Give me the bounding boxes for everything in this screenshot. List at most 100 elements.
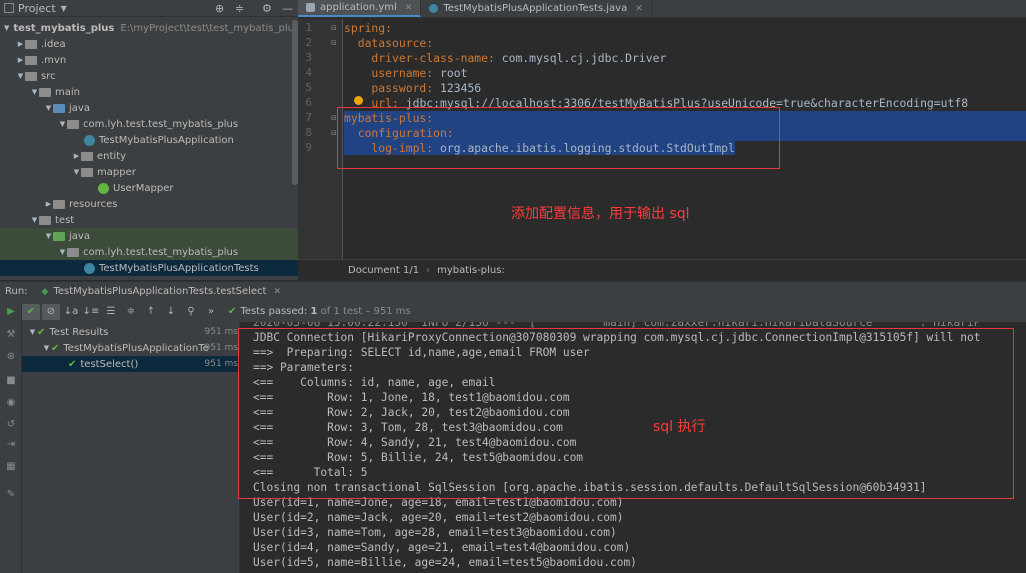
test-method-node[interactable]: ✔ testSelect() 951 ms [22, 356, 240, 372]
fold-marker-icon[interactable]: ⊟ [331, 129, 337, 137]
spring-class-icon [84, 134, 95, 146]
folder-icon [39, 87, 51, 97]
test-class-node[interactable]: ▼ ✔ TestMybatisPlusApplicationTe 951 ms [22, 340, 240, 356]
down-icon[interactable]: ↓ [162, 304, 180, 320]
collapse-arrow-icon[interactable]: ▶ [44, 200, 53, 208]
test-run-icon: ◆ [41, 286, 49, 297]
show-ignored-icon[interactable]: ⊘ [42, 303, 60, 320]
hide-panel-icon[interactable]: — [282, 2, 293, 15]
fold-marker-icon[interactable]: ⊟ [331, 39, 337, 47]
line-number: 4 [305, 66, 312, 79]
run-tab[interactable]: ◆ TestMybatisPlusApplicationTests.testSe… [42, 286, 281, 297]
tree-item-project-root[interactable]: ▼ test_mybatis_plus E:\myProject\test\te… [0, 20, 299, 36]
close-icon[interactable]: ✕ [635, 4, 643, 14]
search-icon[interactable]: ⚲ [182, 304, 200, 320]
breadcrumb-document[interactable]: Document 1/1 [348, 265, 419, 276]
expand-arrow-icon[interactable]: ▼ [44, 232, 53, 240]
close-icon[interactable]: ✕ [405, 3, 413, 13]
collapse-all-icon[interactable]: ≑ [122, 304, 140, 320]
expand-arrow-icon[interactable]: ▼ [72, 168, 81, 176]
tree-item-test[interactable]: ▼ test [0, 212, 298, 228]
tree-item-test-java[interactable]: ▼ java [0, 228, 298, 244]
tree-item-mvn[interactable]: ▶ .mvn [0, 52, 298, 68]
restore-layout-icon[interactable]: ↺ [5, 419, 17, 431]
line-number: 2 [305, 36, 312, 49]
run-side-toolbar: ▶ ⚒ ⊛ ■ ◉ ↺ ⇥ ▦ ✎ [0, 301, 22, 573]
tree-item-label: TestMybatisPlusApplication [99, 134, 234, 146]
exit-icon[interactable]: ⇥ [5, 439, 17, 451]
expand-arrow-icon[interactable]: ▼ [16, 72, 25, 80]
tree-item-usermapper[interactable]: UserMapper [0, 180, 298, 196]
tree-item-application-class[interactable]: TestMybatisPlusApplication [0, 132, 298, 148]
more-icon[interactable]: » [202, 304, 220, 320]
expand-arrow-icon[interactable]: ▼ [4, 24, 9, 32]
tree-item-label: mapper [97, 166, 136, 178]
expand-arrow-icon[interactable]: ▼ [30, 88, 39, 96]
tree-item-test-package[interactable]: ▼ com.lyh.test.test_mybatis_plus [0, 244, 298, 260]
folder-icon [25, 39, 37, 49]
tab-application-yml[interactable]: application.yml ✕ [298, 0, 422, 17]
rerun-icon[interactable]: ▶ [5, 306, 17, 318]
gear-icon[interactable]: ⚙ [262, 2, 272, 15]
test-results-root[interactable]: ▼ ✔ Test Results 951 ms [22, 324, 240, 340]
breadcrumb-path[interactable]: mybatis-plus: [437, 265, 505, 276]
project-view-icon[interactable] [4, 3, 14, 13]
yaml-value: org.apache.ibatis.logging.stdout.StdOutI… [433, 141, 735, 155]
expand-arrow-icon[interactable]: ▼ [42, 344, 51, 352]
up-icon[interactable]: ↑ [142, 304, 160, 320]
breadcrumb: Document 1/1 › mybatis-plus: [298, 259, 1026, 280]
collapse-arrow-icon[interactable]: ▶ [16, 40, 25, 48]
tree-item-entity[interactable]: ▶ entity [0, 148, 298, 164]
tree-item-main-package[interactable]: ▼ com.lyh.test.test_mybatis_plus [0, 116, 298, 132]
fold-marker-icon[interactable]: ⊟ [331, 114, 337, 122]
editor-tabbar: application.yml ✕ TestMybatisPlusApplica… [298, 0, 1026, 18]
camera-icon[interactable]: ◉ [5, 397, 17, 409]
test-source-folder-icon [53, 231, 65, 241]
code-area[interactable]: spring: datasource: driver-class-name: c… [344, 19, 1026, 259]
expand-arrow-icon[interactable]: ▼ [28, 328, 37, 336]
console-line: ==> Parameters: [253, 361, 361, 374]
console-line: 2020-05-08 15:00:22.150 INFO 2/136 --- [… [253, 322, 981, 329]
test-label: testSelect() [80, 358, 139, 370]
tree-item-mapper[interactable]: ▼ mapper [0, 164, 298, 180]
wrench-icon[interactable]: ⚒ [5, 329, 17, 341]
pin-icon[interactable]: ✎ [5, 489, 17, 501]
expand-arrow-icon[interactable]: ▼ [30, 216, 39, 224]
debug-icon[interactable]: ⊛ [5, 351, 17, 363]
project-view-title[interactable]: Project [18, 2, 56, 15]
sort-alpha-icon[interactable]: ↓a [62, 304, 80, 320]
console-line: User(id=1, name=Jone, age=18, email=test… [253, 496, 624, 509]
lightbulb-icon[interactable] [354, 96, 363, 105]
annotation-config: 添加配置信息，用于输出 sql [511, 206, 690, 222]
sort-duration-icon[interactable]: ↓≡ [82, 304, 100, 320]
expand-arrow-icon[interactable]: ▼ [58, 248, 67, 256]
console-line: <== Row: 4, Sandy, 21, test4@baomidou.co… [253, 436, 577, 449]
expand-arrow-icon[interactable]: ▼ [58, 120, 67, 128]
close-icon[interactable]: ✕ [273, 287, 281, 297]
tree-item-tests-class[interactable]: TestMybatisPlusApplicationTests [0, 260, 298, 276]
expand-arrow-icon[interactable]: ▼ [44, 104, 53, 112]
status-prefix: Tests passed: [240, 306, 308, 317]
test-results-tree: ▼ ✔ Test Results 951 ms ▼ ✔ TestMybatisP… [22, 322, 240, 573]
collapse-arrow-icon[interactable]: ▶ [72, 152, 81, 160]
spring-class-icon [429, 4, 439, 13]
tree-item-label: resources [69, 198, 118, 210]
collapse-arrow-icon[interactable]: ▶ [16, 56, 25, 64]
tree-item-resources[interactable]: ▶ resources [0, 196, 298, 212]
dropdown-arrow-icon[interactable]: ▼ [61, 4, 67, 13]
tree-item-main[interactable]: ▼ main [0, 84, 298, 100]
collapse-all-icon[interactable]: ≑ [235, 2, 244, 15]
tree-item-idea[interactable]: ▶ .idea [0, 36, 298, 52]
locate-icon[interactable]: ⊕ [215, 2, 224, 15]
show-passed-icon[interactable]: ✔ [22, 303, 40, 320]
layout-icon[interactable]: ▦ [5, 461, 17, 473]
source-folder-icon [53, 103, 65, 113]
tree-item-src[interactable]: ▼ src [0, 68, 298, 84]
console-output[interactable]: 2020-05-08 15:00:22.150 INFO 2/136 --- [… [241, 322, 1026, 573]
tab-tests-java[interactable]: TestMybatisPlusApplicationTests.java ✕ [421, 0, 652, 17]
expand-all-icon[interactable]: ☰ [102, 304, 120, 320]
stop-icon[interactable]: ■ [5, 375, 17, 387]
tree-item-label: .idea [41, 38, 66, 50]
tree-item-main-java[interactable]: ▼ java [0, 100, 298, 116]
fold-marker-icon[interactable]: ⊟ [331, 24, 337, 32]
